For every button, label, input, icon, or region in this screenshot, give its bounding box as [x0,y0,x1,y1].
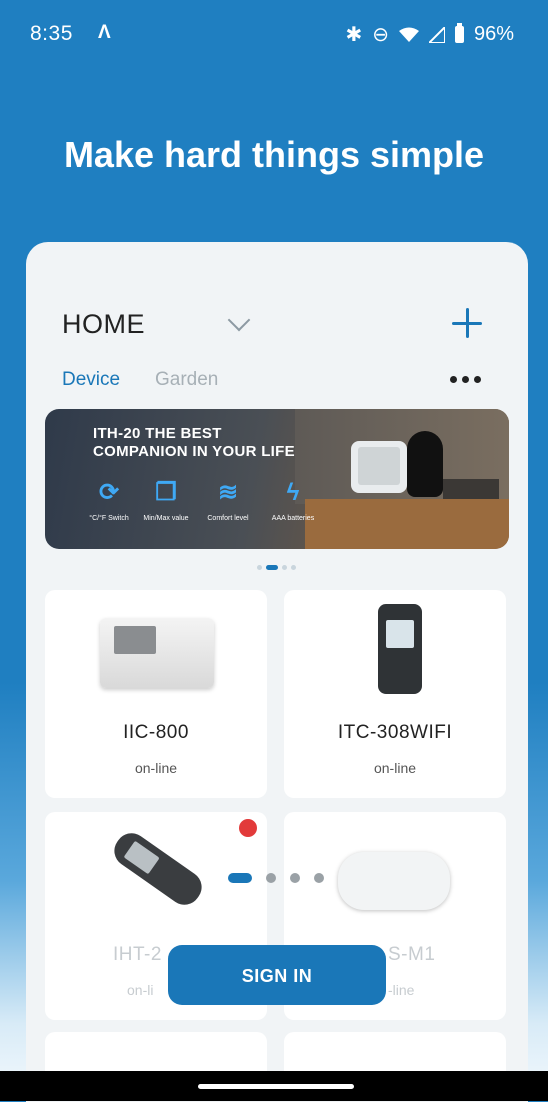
wifi-icon [398,27,419,42]
copy-icon: ❐ [155,479,177,506]
device-name: ITC-308WIFI [337,722,453,743]
home-selector-label[interactable]: HOME [62,309,145,340]
banner-title-line2: COMPANION IN YOUR LIFE [93,443,295,460]
app-notification-icon: Λ [98,22,111,43]
device-tile[interactable]: ITC-308WIFI on-line [284,590,506,798]
more-icon[interactable] [450,376,481,383]
device-image [378,604,422,694]
promo-banner[interactable]: ITH-20 THE BEST COMPANION IN YOUR LIFE ⟳… [45,409,509,549]
onboarding-page-indicator [228,873,324,883]
tab-device[interactable]: Device [62,369,120,391]
add-device-icon[interactable] [450,306,484,340]
home-gesture-handle[interactable] [198,1084,354,1089]
status-time: 8:35 [30,22,73,45]
device-image [100,618,214,688]
sign-in-button[interactable]: SIGN IN [168,945,386,1005]
banner-feature: ❐ Min/Max value [132,479,200,522]
device-status: on-line [373,760,417,776]
banner-page-indicator [257,565,296,570]
signal-icon [428,26,445,43]
device-status: on-line [134,760,178,776]
navigation-bar [0,1071,548,1101]
tab-garden[interactable]: Garden [155,369,218,391]
device-image [338,852,450,910]
headline: Make hard things simple [63,134,485,175]
chevron-down-icon[interactable] [227,308,251,332]
wind-icon: ≋ [217,479,239,506]
device-name: IIC-800 [123,722,189,743]
bluetooth-icon: ✱ [345,24,363,46]
bolt-icon: ϟ [286,479,300,506]
battery-icon [454,23,464,43]
banner-feature: ϟ AAA batteries [259,479,327,522]
do-not-disturb-icon: ⊖ [372,24,389,46]
banner-title-line1: ITH-20 THE BEST [93,425,222,442]
device-tile[interactable]: IIC-800 on-line [45,590,267,798]
banner-feature: ≋ Comfort level [194,479,262,522]
thermometer-image [351,441,407,493]
status-bar: 8:35 Λ ✱ ⊖ 96% [0,0,548,70]
battery-percent: 96% [473,23,514,45]
device-image [108,826,208,912]
status-icons: ✱ ⊖ 96% [345,22,514,47]
alert-badge [239,819,257,837]
